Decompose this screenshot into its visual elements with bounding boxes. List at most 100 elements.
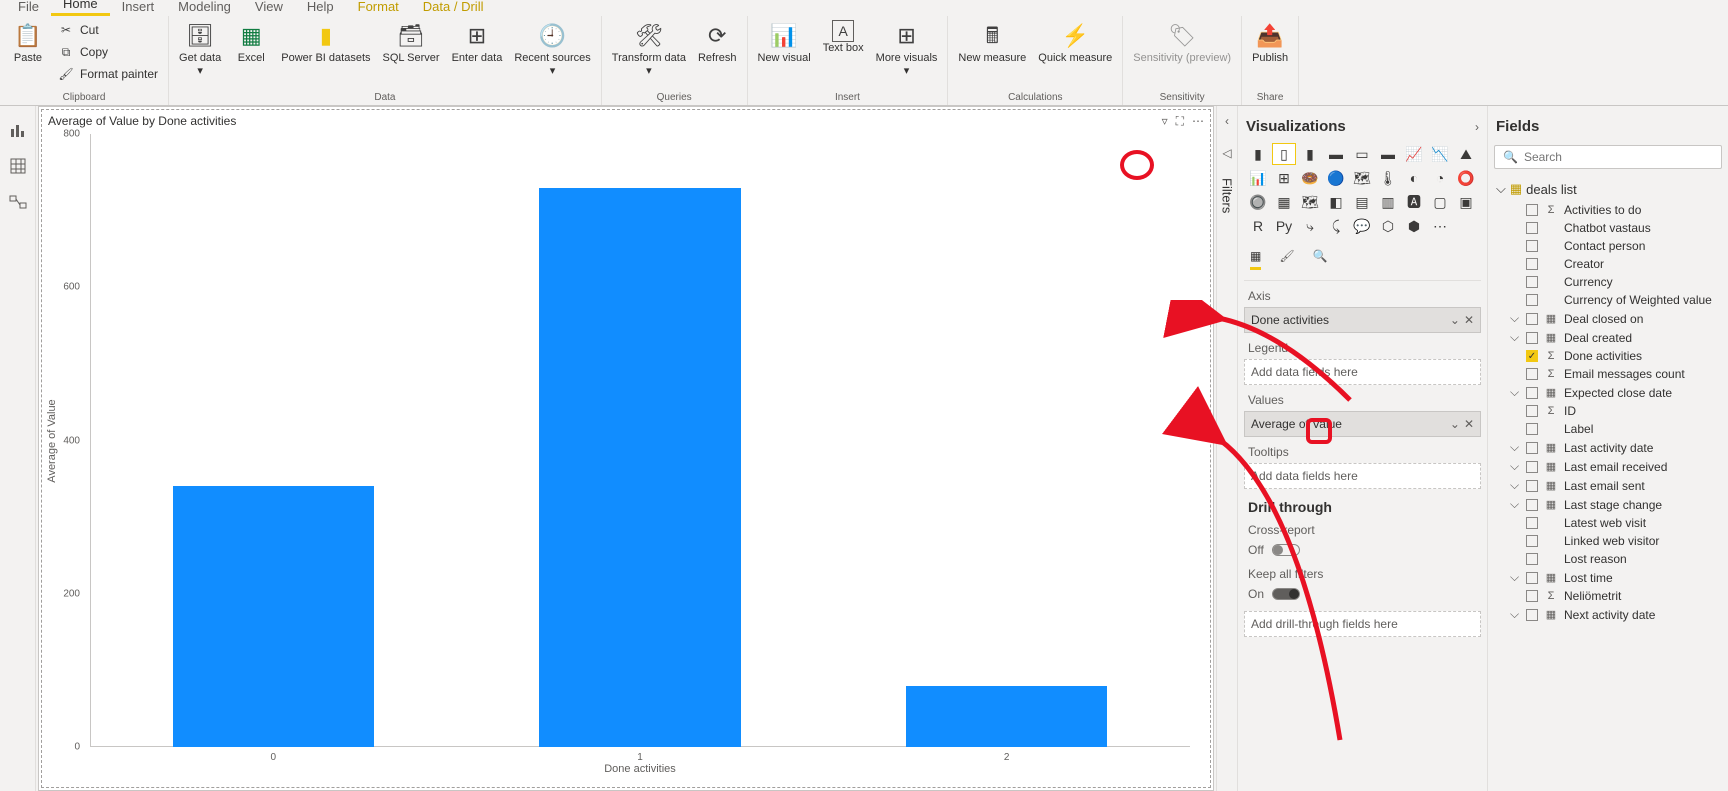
viz-type-icon[interactable]: ▭ [1350, 143, 1374, 165]
field-row[interactable]: ⌵▦Next activity date [1494, 605, 1722, 624]
chart-visual[interactable]: Average of Value by Done activities ▿ ⛶ … [41, 109, 1211, 788]
get-data-button[interactable]: 🗄Get data▾ [175, 18, 225, 80]
viz-type-icon[interactable]: Py [1272, 215, 1296, 237]
field-checkbox[interactable] [1526, 387, 1538, 399]
field-checkbox[interactable] [1526, 461, 1538, 473]
more-visuals-button[interactable]: ⊞More visuals▾ [872, 18, 942, 80]
viz-type-icon[interactable]: 💬 [1350, 215, 1374, 237]
text-box-button[interactable]: AText box [819, 18, 868, 57]
viz-type-icon[interactable]: ◐ [1402, 167, 1426, 189]
drill-through-well[interactable]: Add drill-through fields here [1244, 611, 1481, 637]
field-checkbox[interactable] [1526, 553, 1538, 565]
legend-well[interactable]: Add data fields here [1244, 359, 1481, 385]
viz-type-icon[interactable]: 🗺 [1350, 167, 1374, 189]
viz-type-icon[interactable]: ⛰ [1454, 143, 1478, 165]
viz-type-icon[interactable]: ⋯ [1428, 215, 1452, 237]
viz-type-icon[interactable]: ⬢ [1402, 215, 1426, 237]
viz-type-icon[interactable]: ⭕ [1454, 167, 1478, 189]
focus-icon[interactable]: ⛶ [1176, 114, 1184, 129]
refresh-button[interactable]: ⟳Refresh [694, 18, 741, 67]
tab-insert[interactable]: Insert [110, 0, 167, 16]
axis-remove-icon[interactable]: ✕ [1464, 313, 1474, 327]
viz-type-icon[interactable]: ▬ [1324, 143, 1348, 165]
report-canvas[interactable]: Average of Value by Done activities ▿ ⛶ … [38, 106, 1214, 791]
tab-help[interactable]: Help [295, 0, 346, 16]
sql-server-button[interactable]: 🗃SQL Server [379, 18, 444, 67]
new-visual-button[interactable]: 📊New visual [754, 18, 815, 67]
more-icon[interactable]: ⋯ [1192, 114, 1204, 129]
chart-bar[interactable] [906, 686, 1108, 747]
field-row[interactable]: ⌵▦Lost time [1494, 568, 1722, 587]
tooltips-well[interactable]: Add data fields here [1244, 463, 1481, 489]
tab-home[interactable]: Home [51, 0, 110, 16]
axis-dropdown-icon[interactable]: ⌄ [1450, 313, 1460, 327]
viz-type-icon[interactable]: ▦ [1272, 191, 1296, 213]
collapse-viz-button[interactable]: › [1475, 120, 1479, 134]
viz-type-icon[interactable]: R [1246, 215, 1270, 237]
field-checkbox[interactable] [1526, 240, 1538, 252]
viz-type-icon[interactable]: 🔘 [1246, 191, 1270, 213]
tab-view[interactable]: View [243, 0, 295, 16]
data-view-button[interactable] [6, 154, 30, 178]
tab-modeling[interactable]: Modeling [166, 0, 243, 16]
viz-type-icon[interactable]: ◔ [1428, 167, 1452, 189]
field-checkbox[interactable] [1526, 442, 1538, 454]
field-row[interactable]: ΣActivities to do [1494, 201, 1722, 219]
field-checkbox[interactable] [1526, 222, 1538, 234]
table-header[interactable]: ⌵ ▦ deals list [1494, 177, 1722, 201]
field-checkbox[interactable] [1526, 258, 1538, 270]
viz-type-icon[interactable]: 🗺 [1298, 191, 1322, 213]
tab-datadrill[interactable]: Data / Drill [411, 0, 496, 16]
field-checkbox[interactable] [1526, 423, 1538, 435]
keep-filters-toggle[interactable] [1272, 588, 1300, 600]
field-row[interactable]: ⌵▦Last stage change [1494, 495, 1722, 514]
viz-type-icon[interactable]: ⤷ [1298, 215, 1322, 237]
viz-type-icon[interactable]: 🔵 [1324, 167, 1348, 189]
search-input[interactable] [1524, 150, 1713, 164]
quick-measure-button[interactable]: ⚡Quick measure [1034, 18, 1116, 67]
field-row[interactable]: ΣNeliömetrit [1494, 587, 1722, 605]
values-well[interactable]: Average of Value ⌄✕ [1244, 411, 1481, 437]
field-checkbox[interactable] [1526, 294, 1538, 306]
expand-filters-button[interactable]: ‹ [1225, 114, 1229, 128]
field-row[interactable]: ⌵▦Deal created [1494, 328, 1722, 347]
field-row[interactable]: ⌵▦Expected close date [1494, 383, 1722, 402]
field-row[interactable]: ⌵▦Deal closed on [1494, 309, 1722, 328]
field-row[interactable]: ⌵▦Last email sent [1494, 476, 1722, 495]
viz-type-icon[interactable]: 🌡 [1376, 167, 1400, 189]
field-row[interactable]: Label [1494, 420, 1722, 438]
fields-search[interactable]: 🔍 [1494, 145, 1722, 169]
field-checkbox[interactable] [1526, 499, 1538, 511]
viz-type-icon[interactable]: 🅰 [1402, 191, 1426, 213]
fields-tab-icon[interactable]: ▦ [1250, 249, 1261, 270]
viz-type-icon[interactable]: ⊞ [1272, 167, 1296, 189]
viz-type-icon[interactable]: ▮ [1246, 143, 1270, 165]
viz-type-icon[interactable]: ▯ [1272, 143, 1296, 165]
viz-type-icon[interactable]: ⤹ [1324, 215, 1348, 237]
filters-toggle-icon[interactable]: ◁ [1222, 146, 1231, 160]
field-checkbox[interactable] [1526, 405, 1538, 417]
excel-button[interactable]: ▦Excel [229, 18, 273, 67]
chart-bar[interactable] [539, 188, 741, 747]
field-row[interactable]: ⌵▦Last email received [1494, 457, 1722, 476]
cut-button[interactable]: ✂Cut [54, 20, 162, 40]
pbi-datasets-button[interactable]: ▮Power BI datasets [277, 18, 374, 67]
field-checkbox[interactable] [1526, 590, 1538, 602]
paste-button[interactable]: 📋 Paste [6, 18, 50, 67]
viz-type-icon[interactable]: 🍩 [1298, 167, 1322, 189]
field-row[interactable]: Currency of Weighted value [1494, 291, 1722, 309]
publish-button[interactable]: 📤Publish [1248, 18, 1292, 67]
field-checkbox[interactable] [1526, 276, 1538, 288]
copy-button[interactable]: ⧉Copy [54, 42, 162, 62]
viz-type-icon[interactable]: ▬ [1376, 143, 1400, 165]
axis-well[interactable]: Done activities ⌄✕ [1244, 307, 1481, 333]
field-row[interactable]: ΣEmail messages count [1494, 365, 1722, 383]
field-checkbox[interactable] [1526, 332, 1538, 344]
field-row[interactable]: Currency [1494, 273, 1722, 291]
field-checkbox[interactable] [1526, 535, 1538, 547]
field-row[interactable]: Latest web visit [1494, 514, 1722, 532]
format-painter-button[interactable]: 🖌Format painter [54, 64, 162, 84]
field-row[interactable]: ΣID [1494, 402, 1722, 420]
transform-data-button[interactable]: 🛠Transform data▾ [608, 18, 690, 80]
format-tab-icon[interactable]: 🖌 [1279, 249, 1294, 270]
